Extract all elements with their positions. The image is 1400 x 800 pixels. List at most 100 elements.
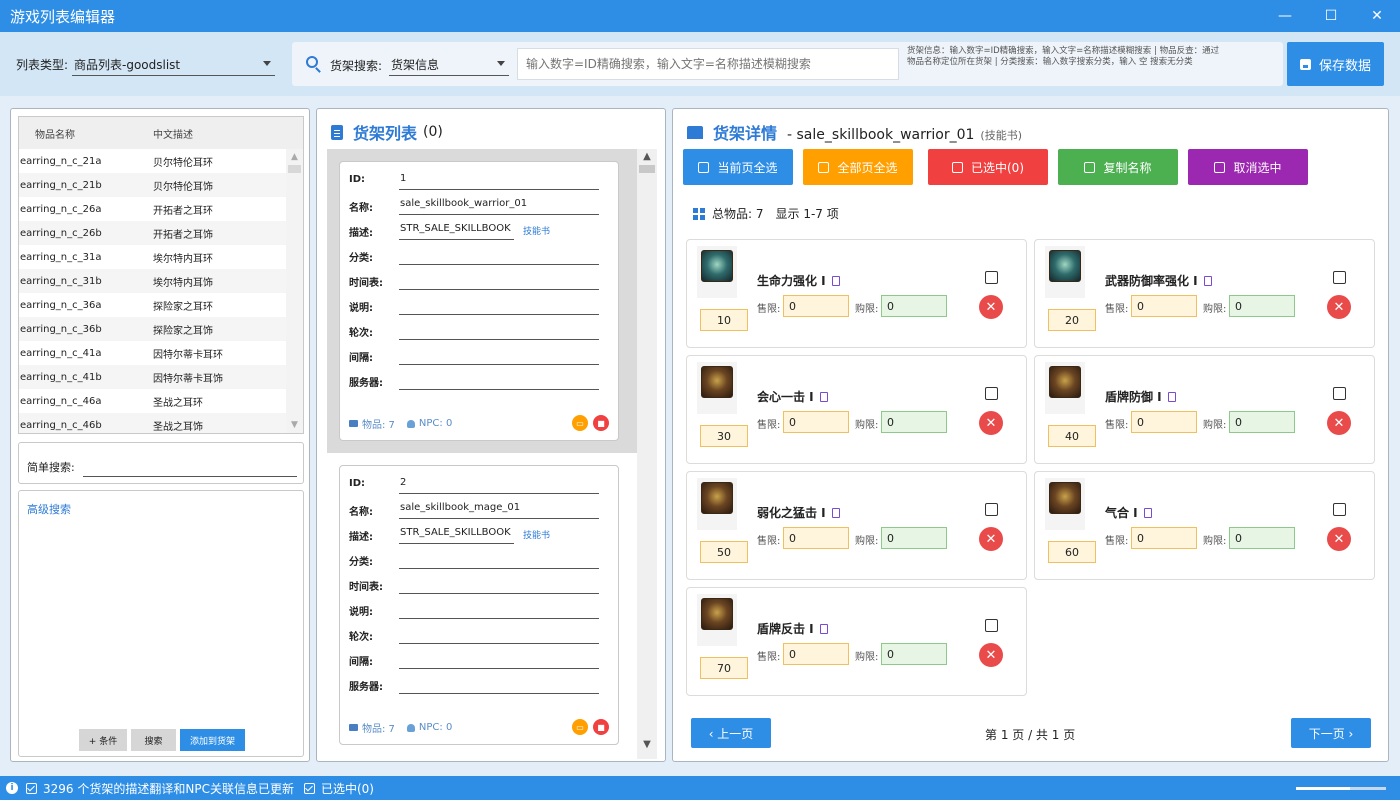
item-checkbox[interactable]: [1333, 271, 1346, 284]
column-header-item-name[interactable]: 物品名称: [19, 126, 153, 141]
save-button[interactable]: 保存数据: [1287, 42, 1384, 86]
delete-item-icon[interactable]: ✕: [979, 411, 1003, 435]
table-row[interactable]: earring_n_c_26b 开拓者之耳饰: [19, 221, 287, 245]
simple-search-input[interactable]: [83, 453, 297, 477]
minimize-button[interactable]: —: [1262, 0, 1308, 32]
buy-limit-input[interactable]: 0: [881, 527, 947, 549]
item-checkbox[interactable]: [985, 271, 998, 284]
item-card[interactable]: 10 生命力强化 I 售限: 0 购限: 0 ✕: [686, 239, 1027, 348]
item-card[interactable]: 60 气合 I 售限: 0 购限: 0 ✕: [1034, 471, 1375, 580]
round-field[interactable]: [399, 320, 599, 340]
item-card[interactable]: 70 盾牌反击 I 售限: 0 购限: 0 ✕: [686, 587, 1027, 696]
column-header-description[interactable]: 中文描述: [153, 126, 193, 141]
table-row[interactable]: earring_n_c_26a 开拓者之耳环: [19, 197, 287, 221]
item-checkbox[interactable]: [1333, 503, 1346, 516]
category-field[interactable]: [399, 549, 599, 569]
scroll-thumb[interactable]: [288, 165, 301, 173]
delete-item-icon[interactable]: ✕: [979, 643, 1003, 667]
scroll-up-icon[interactable]: ▲: [286, 149, 303, 165]
table-row[interactable]: earring_n_c_36b 探险家之耳饰: [19, 317, 287, 341]
shelf-card[interactable]: ID: 2 名称: sale_skillbook_mage_01 描述: STR_SA…: [339, 465, 619, 745]
item-checkbox[interactable]: [985, 503, 998, 516]
scroll-down-icon[interactable]: ▼: [637, 739, 657, 750]
category-field[interactable]: [399, 245, 599, 265]
shelf-scrollbar[interactable]: ▲ ▼: [637, 149, 657, 759]
copy-icon[interactable]: [831, 275, 840, 286]
name-field[interactable]: sale_skillbook_mage_01: [399, 499, 599, 519]
advanced-search-label[interactable]: 高级搜索: [27, 501, 71, 517]
grid-scrollbar[interactable]: ▲ ▼: [286, 149, 303, 433]
prev-page-button[interactable]: ‹ 上一页: [691, 718, 771, 748]
shelf-card[interactable]: ID: 1 名称: sale_skillbook_warrior_01 描述: STR…: [339, 161, 619, 441]
schedule-field[interactable]: [399, 270, 599, 290]
sell-limit-input[interactable]: 0: [783, 411, 849, 433]
table-row[interactable]: earring_n_c_31a 埃尔特内耳环: [19, 245, 287, 269]
item-card[interactable]: 40 盾牌防御 I 售限: 0 购限: 0 ✕: [1034, 355, 1375, 464]
server-field[interactable]: [399, 674, 599, 694]
copy-icon[interactable]: [1203, 275, 1212, 286]
note-field[interactable]: [399, 295, 599, 315]
item-checkbox[interactable]: [985, 387, 998, 400]
maximize-button[interactable]: ☐: [1308, 0, 1354, 32]
select-all-button[interactable]: 全部页全选: [803, 149, 913, 185]
select-page-button[interactable]: 当前页全选: [683, 149, 793, 185]
interval-field[interactable]: [399, 649, 599, 669]
buy-limit-input[interactable]: 0: [1229, 527, 1295, 549]
buy-limit-input[interactable]: 0: [881, 643, 947, 665]
delete-item-icon[interactable]: ✕: [1327, 527, 1351, 551]
comment-icon[interactable]: ▭: [572, 415, 588, 431]
copy-icon[interactable]: [1167, 391, 1176, 402]
sell-limit-input[interactable]: 0: [783, 643, 849, 665]
search-button[interactable]: 搜索: [131, 729, 176, 751]
id-field[interactable]: 1: [399, 170, 599, 190]
sell-limit-input[interactable]: 0: [1131, 527, 1197, 549]
comment-icon[interactable]: ▭: [572, 719, 588, 735]
sell-limit-input[interactable]: 0: [783, 295, 849, 317]
table-row[interactable]: earring_n_c_41b 因特尔蒂卡耳饰: [19, 365, 287, 389]
buy-limit-input[interactable]: 0: [881, 295, 947, 317]
table-row[interactable]: earring_n_c_36a 探险家之耳环: [19, 293, 287, 317]
item-checkbox[interactable]: [1333, 387, 1346, 400]
copy-name-button[interactable]: 复制名称: [1058, 149, 1178, 185]
note-field[interactable]: [399, 599, 599, 619]
trash-icon[interactable]: ■: [593, 719, 609, 735]
round-field[interactable]: [399, 624, 599, 644]
search-mode-select[interactable]: 货架信息: [389, 52, 509, 76]
next-page-button[interactable]: 下一页 ›: [1291, 718, 1371, 748]
interval-field[interactable]: [399, 345, 599, 365]
sell-limit-input[interactable]: 0: [783, 527, 849, 549]
table-row[interactable]: earring_n_c_41a 因特尔蒂卡耳环: [19, 341, 287, 365]
sell-limit-input[interactable]: 0: [1131, 411, 1197, 433]
server-field[interactable]: [399, 370, 599, 390]
add-to-shelf-button[interactable]: 添加到货架: [180, 729, 245, 751]
item-card[interactable]: 50 弱化之猛击 I 售限: 0 购限: 0 ✕: [686, 471, 1027, 580]
item-card[interactable]: 20 武器防御率强化 I 售限: 0 购限: 0 ✕: [1034, 239, 1375, 348]
sell-limit-input[interactable]: 0: [1131, 295, 1197, 317]
list-type-select[interactable]: 商品列表-goodslist: [72, 52, 275, 76]
copy-icon[interactable]: [831, 507, 840, 518]
id-field[interactable]: 2: [399, 474, 599, 494]
schedule-field[interactable]: [399, 574, 599, 594]
table-row[interactable]: earring_n_c_46b 圣战之耳饰: [19, 413, 287, 433]
table-row[interactable]: earring_n_c_21a 贝尔特伦耳环: [19, 149, 287, 173]
item-checkbox[interactable]: [985, 619, 998, 632]
copy-icon[interactable]: [1143, 507, 1152, 518]
scroll-up-icon[interactable]: ▲: [637, 151, 657, 162]
desc-field[interactable]: STR_SALE_SKILLBOOK: [399, 524, 514, 544]
copy-icon[interactable]: [819, 391, 828, 402]
desc-field[interactable]: STR_SALE_SKILLBOOK: [399, 220, 514, 240]
delete-item-icon[interactable]: ✕: [1327, 295, 1351, 319]
item-card[interactable]: 30 会心一击 I 售限: 0 购限: 0 ✕: [686, 355, 1027, 464]
buy-limit-input[interactable]: 0: [1229, 295, 1295, 317]
scroll-thumb[interactable]: [639, 165, 655, 173]
buy-limit-input[interactable]: 0: [881, 411, 947, 433]
delete-selected-button[interactable]: 已选中(0): [928, 149, 1048, 185]
close-button[interactable]: ✕: [1354, 0, 1400, 32]
delete-item-icon[interactable]: ✕: [979, 295, 1003, 319]
table-row[interactable]: earring_n_c_21b 贝尔特伦耳饰: [19, 173, 287, 197]
shelf-search-input[interactable]: [517, 48, 899, 80]
table-row[interactable]: earring_n_c_31b 埃尔特内耳饰: [19, 269, 287, 293]
deselect-button[interactable]: 取消选中: [1188, 149, 1308, 185]
add-condition-button[interactable]: + 条件: [79, 729, 127, 751]
delete-item-icon[interactable]: ✕: [1327, 411, 1351, 435]
